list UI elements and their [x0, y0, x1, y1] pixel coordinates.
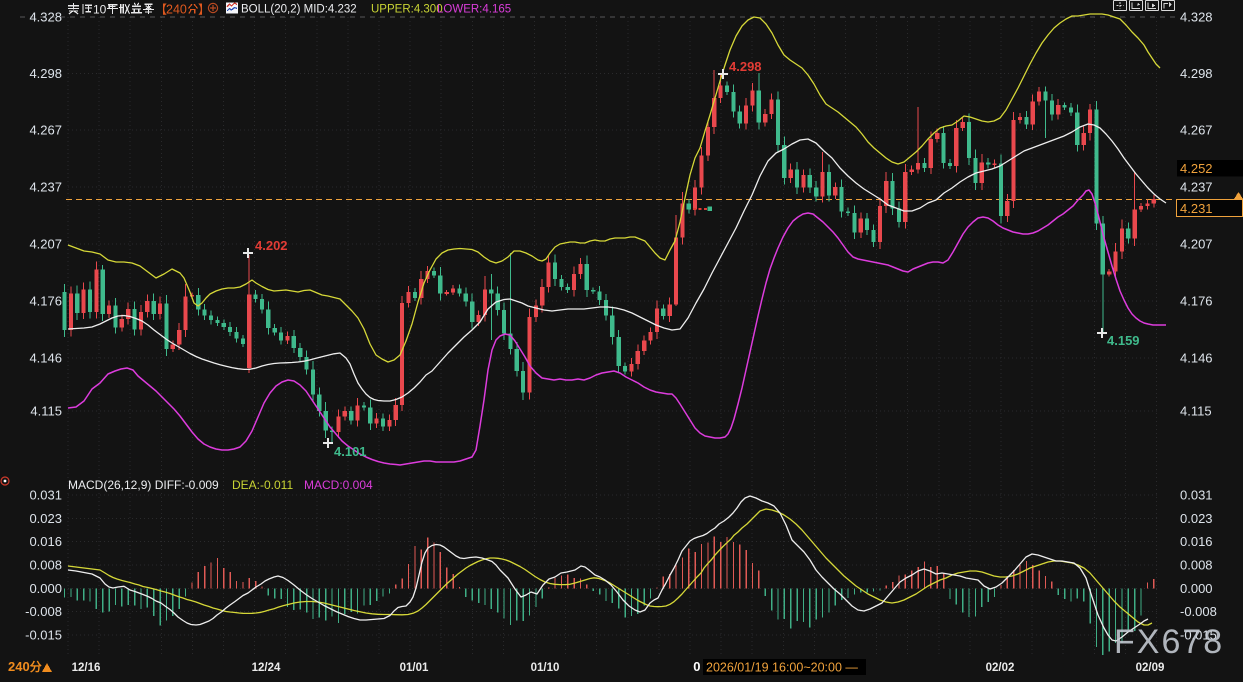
svg-text:02/02: 02/02	[986, 662, 1015, 674]
svg-text:MACD(26,12,9) DIFF:-0.009: MACD(26,12,9) DIFF:-0.009	[68, 478, 219, 492]
svg-text:-0.008: -0.008	[25, 604, 62, 619]
svg-text:10: 10	[93, 3, 107, 17]
svg-text:-0.015: -0.015	[25, 628, 62, 643]
svg-text:0.031: 0.031	[29, 488, 62, 503]
svg-text:4.146: 4.146	[1180, 351, 1213, 366]
svg-text:12/24: 12/24	[252, 662, 281, 674]
svg-text:4.207: 4.207	[29, 237, 62, 252]
svg-text:0.008: 0.008	[1180, 558, 1213, 573]
svg-text:BOLL(20,2) MID:4.232: BOLL(20,2) MID:4.232	[241, 4, 357, 16]
svg-text:0: 0	[693, 659, 700, 674]
svg-text:4.115: 4.115	[30, 404, 62, 419]
svg-text:02/09: 02/09	[1136, 662, 1165, 674]
svg-text:4.176: 4.176	[1180, 294, 1213, 309]
svg-text:0.016: 0.016	[29, 534, 62, 549]
svg-text:240: 240	[166, 3, 187, 17]
svg-text:0.023: 0.023	[1180, 511, 1213, 526]
svg-text:4.202: 4.202	[255, 238, 288, 253]
svg-text:4.146: 4.146	[29, 351, 62, 366]
svg-text:4.298: 4.298	[1180, 66, 1213, 81]
svg-text:2026/01/19 16:00~20:00 —: 2026/01/19 16:00~20:00 —	[706, 661, 858, 675]
svg-text:0.000: 0.000	[29, 581, 62, 596]
svg-text:4.298: 4.298	[729, 59, 762, 74]
svg-text:4.237: 4.237	[1180, 180, 1213, 195]
svg-text:4.207: 4.207	[1180, 237, 1213, 252]
svg-text:4.231: 4.231	[1180, 201, 1213, 216]
svg-text:0.016: 0.016	[1180, 534, 1213, 549]
svg-text:4.237: 4.237	[29, 180, 62, 195]
svg-text:4.267: 4.267	[1180, 123, 1213, 138]
svg-text:4.101: 4.101	[334, 444, 367, 459]
svg-text:4.267: 4.267	[29, 123, 62, 138]
svg-text:4.176: 4.176	[29, 294, 62, 309]
svg-text:4.328: 4.328	[1180, 10, 1213, 25]
svg-text:0.031: 0.031	[1180, 488, 1213, 503]
svg-text:240分: 240分	[8, 659, 42, 674]
svg-text:0.008: 0.008	[29, 558, 62, 573]
svg-text:4.252: 4.252	[1180, 161, 1213, 176]
svg-text:12/16: 12/16	[72, 662, 101, 674]
svg-text:4.298: 4.298	[29, 66, 62, 81]
svg-text:LOWER:4.165: LOWER:4.165	[437, 4, 511, 16]
svg-text:-0.008: -0.008	[1180, 604, 1217, 619]
svg-text:4.328: 4.328	[29, 10, 62, 25]
svg-text:0.000: 0.000	[1180, 581, 1213, 596]
svg-text:DEA:-0.011: DEA:-0.011	[232, 478, 293, 492]
svg-text:FX678: FX678	[1114, 623, 1224, 661]
svg-text:UPPER:4.300: UPPER:4.300	[371, 4, 443, 16]
svg-text:01/10: 01/10	[531, 662, 560, 674]
svg-text:0.023: 0.023	[29, 511, 62, 526]
svg-text:4.159: 4.159	[1107, 333, 1140, 348]
svg-text:MACD:0.004: MACD:0.004	[304, 478, 373, 492]
svg-text:01/01: 01/01	[400, 662, 429, 674]
svg-text:4.115: 4.115	[1180, 404, 1212, 419]
